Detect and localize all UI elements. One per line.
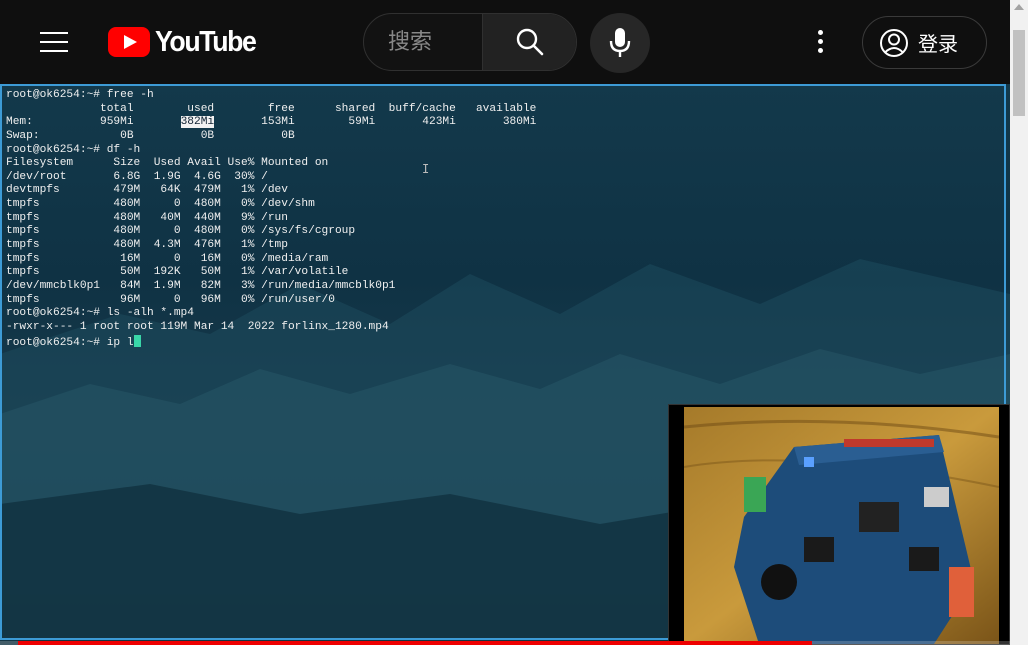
microphone-icon: [609, 28, 631, 57]
search-button[interactable]: [482, 14, 576, 70]
masthead: YouTube 登录: [0, 0, 1010, 84]
logo-text: YouTube: [155, 25, 257, 58]
terminal-line: root@ok6254:~# df -h: [6, 143, 141, 156]
terminal-line: tmpfs 96M 0 96M 0% /run/user/0: [6, 293, 335, 306]
search-input[interactable]: [364, 14, 482, 70]
signin-label: 登录: [918, 32, 958, 56]
terminal-line: tmpfs 480M 0 480M 0% /sys/fs/cgroup: [6, 225, 356, 238]
search-box: [363, 13, 577, 71]
terminal-line: tmpfs 480M 4.3M 476M 1% /tmp: [6, 239, 288, 252]
video-player[interactable]: root@ok6254:~# free -h total used free s…: [0, 84, 1010, 645]
terminal-line: root@ok6254:~# ls -alh *.mp4: [6, 307, 194, 320]
camera-inset-video: [668, 404, 1010, 645]
scroll-up-arrow-icon[interactable]: [1014, 4, 1024, 10]
page-scrollbar[interactable]: [1010, 0, 1028, 645]
signin-button[interactable]: 登录: [862, 16, 987, 69]
terminal-line: /dev/mmcblk0p1 84M 1.9M 82M 3% /run/medi…: [6, 279, 396, 292]
scroll-thumb[interactable]: [1013, 30, 1025, 116]
play-logo-icon: [108, 27, 150, 57]
circuit-board-photo: [684, 407, 999, 644]
terminal-prompt-line: root@ok6254:~# ip l: [6, 334, 536, 349]
terminal-output: root@ok6254:~# free -h total used free s…: [6, 89, 537, 349]
terminal-line: Filesystem Size Used Avail Use% Mounted …: [6, 157, 329, 170]
youtube-logo[interactable]: YouTube: [108, 25, 264, 58]
terminal-line: tmpfs 16M 0 16M 0% /media/ram: [6, 252, 329, 265]
terminal-line: tmpfs 50M 192K 50M 1% /var/volatile: [6, 266, 349, 279]
terminal-line: tmpfs 480M 40M 440M 9% /run: [6, 211, 288, 224]
voice-search-button[interactable]: [590, 13, 650, 73]
terminal-line: total used free shared buff/cache availa…: [6, 102, 537, 115]
progress-played: [18, 641, 812, 645]
terminal-line-mem: Mem: 959Mi 382Mi 153Mi 59Mi 423Mi 380Mi: [6, 116, 537, 129]
selected-text: 382Mi: [180, 116, 215, 129]
account-icon: [880, 28, 908, 57]
terminal-line: /dev/root 6.8G 1.9G 4.6G 30% /: [6, 170, 268, 183]
terminal-line: devtmpfs 479M 64K 479M 1% /dev: [6, 184, 288, 197]
ibeam-cursor-icon: I: [422, 162, 430, 176]
terminal-line: -rwxr-x--- 1 root root 119M Mar 14 2022 …: [6, 320, 389, 333]
terminal-line: tmpfs 480M 0 480M 0% /dev/shm: [6, 198, 315, 211]
text-cursor: [133, 334, 141, 347]
terminal-line: root@ok6254:~# free -h: [6, 89, 154, 101]
terminal-current-command: root@ok6254:~# ip l: [6, 336, 134, 349]
search-icon: [516, 28, 544, 56]
terminal-line: Swap: 0B 0B 0B: [6, 129, 295, 142]
more-vertical-icon[interactable]: [806, 24, 834, 60]
menu-icon[interactable]: [40, 30, 68, 54]
